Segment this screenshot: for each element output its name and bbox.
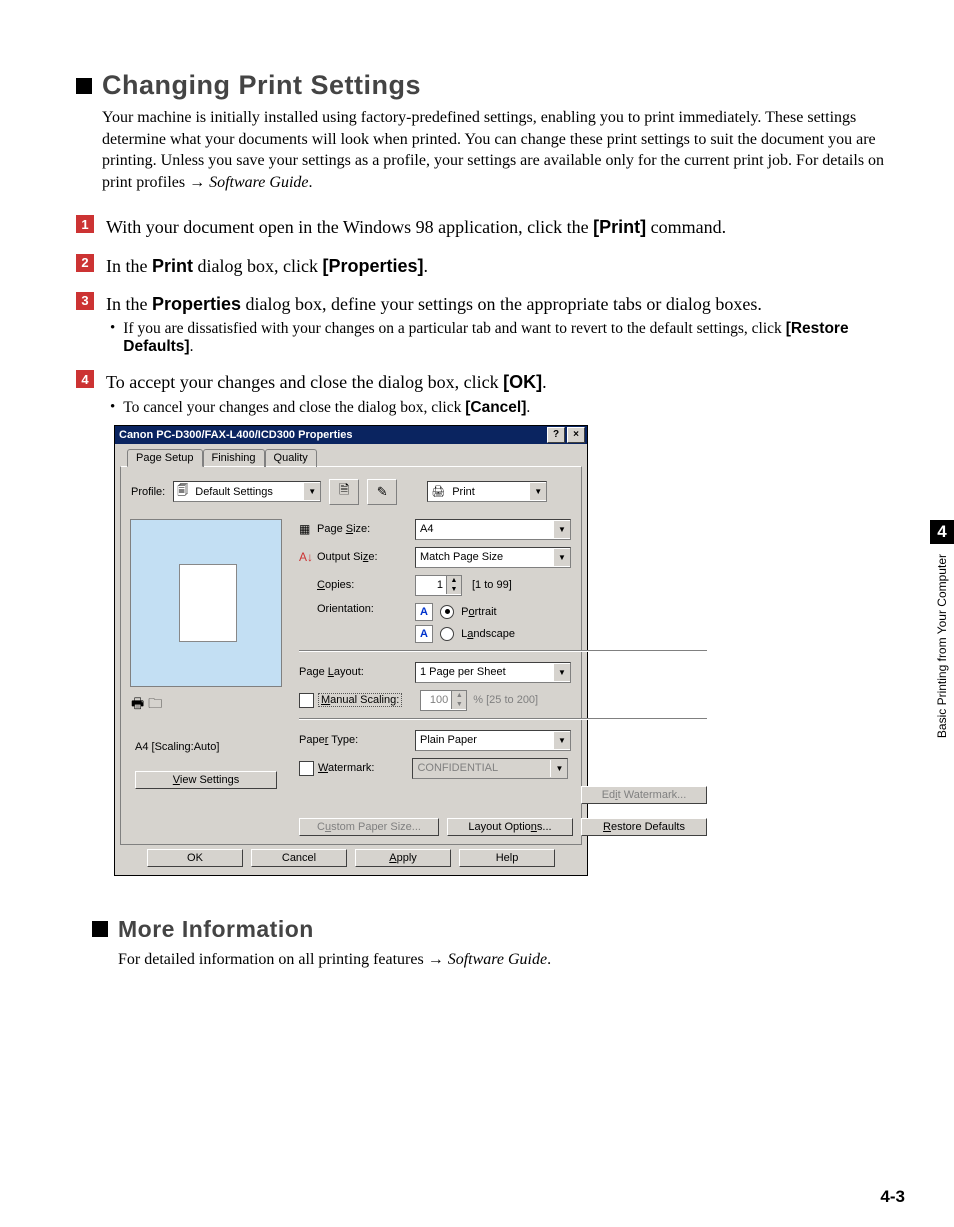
profile-icon: 🗐 <box>174 482 191 501</box>
ok-button[interactable]: OK <box>147 849 243 867</box>
chevron-down-icon: ▼ <box>550 760 567 777</box>
intro-ref: Software Guide <box>209 174 308 191</box>
portrait-label: Portrait <box>461 606 496 618</box>
custom-paper-button: Custom Paper Size... <box>299 818 439 836</box>
section-bullet <box>76 78 92 94</box>
chevron-down-icon[interactable]: ▼ <box>529 483 546 500</box>
cancel-button[interactable]: Cancel <box>251 849 347 867</box>
copies-range: [1 to 99] <box>472 579 512 591</box>
step-number-3: 3 <box>76 292 94 310</box>
tab-page-setup[interactable]: Page Setup <box>127 449 203 467</box>
copies-label: Copies: <box>317 579 415 591</box>
chevron-down-icon[interactable]: ▼ <box>553 732 570 749</box>
intro-paragraph: Your machine is initially installed usin… <box>102 107 909 193</box>
chevron-down-icon[interactable]: ▼ <box>553 664 570 681</box>
spin-up-icon[interactable]: ▲ <box>447 576 461 585</box>
intro-period: . <box>309 174 313 191</box>
properties-dialog: Canon PC-D300/FAX-L400/ICD300 Properties… <box>114 425 588 876</box>
step-number-2: 2 <box>76 254 94 272</box>
profile-select[interactable]: 🗐 Default Settings ▼ <box>173 481 321 502</box>
paper-type-label: Paper Type: <box>299 734 415 746</box>
spin-down-icon[interactable]: ▼ <box>447 585 461 594</box>
manual-scaling-label: Manual Scaling: <box>318 693 402 707</box>
heading-more-information: More Information <box>118 916 314 943</box>
bullet-icon: • <box>110 399 115 417</box>
output-size-icon: A↓ <box>299 550 317 564</box>
orientation-label: Orientation: <box>317 603 415 615</box>
profile-label: Profile: <box>131 486 165 498</box>
watermark-label: Watermark: <box>318 762 374 774</box>
heading-changing-print-settings: Changing Print Settings <box>102 70 421 101</box>
page-size-label: Page Size: <box>317 523 415 535</box>
step-number-1: 1 <box>76 215 94 233</box>
help-button[interactable]: Help <box>459 849 555 867</box>
page-size-select[interactable]: A4 ▼ <box>415 519 571 540</box>
page-size-icon: ▦ <box>299 522 317 536</box>
help-button-icon[interactable]: ? <box>547 427 565 443</box>
printer-tray-icon: 🖶 🗀 <box>131 693 162 717</box>
spin-up-icon: ▲ <box>452 691 466 700</box>
more-info-text: For detailed information on all printing… <box>118 949 909 971</box>
output-size-label: Output Size: <box>317 551 415 563</box>
tab-finishing[interactable]: Finishing <box>203 449 265 467</box>
dialog-title: Canon PC-D300/FAX-L400/ICD300 Properties <box>119 429 353 441</box>
scaling-range: % [25 to 200] <box>473 694 538 706</box>
step-4-text: To accept your changes and close the dia… <box>106 370 909 394</box>
step-number-4: 4 <box>76 370 94 388</box>
profile-value: Default Settings <box>191 486 303 498</box>
close-icon[interactable]: × <box>567 427 585 443</box>
step-2-text: In the Print dialog box, click [Properti… <box>106 254 909 278</box>
apply-button[interactable]: Apply <box>355 849 451 867</box>
watermark-select: CONFIDENTIAL ▼ <box>412 758 568 779</box>
bullet-icon: • <box>110 320 115 356</box>
manual-scaling-checkbox[interactable] <box>299 693 314 708</box>
page-layout-label: Page Layout: <box>299 666 415 678</box>
page-layout-select[interactable]: 1 Page per Sheet ▼ <box>415 662 571 683</box>
portrait-radio[interactable] <box>440 605 454 619</box>
output-size-select[interactable]: Match Page Size ▼ <box>415 547 571 568</box>
portrait-icon: A <box>415 603 433 621</box>
landscape-radio[interactable] <box>440 627 454 641</box>
edit-watermark-button: Edit Watermark... <box>581 786 707 804</box>
preview-caption: A4 [Scaling:Auto] <box>135 741 219 753</box>
chevron-down-icon[interactable]: ▼ <box>303 483 320 500</box>
chapter-tab: 4 Basic Printing from Your Computer <box>930 520 954 738</box>
view-settings-button[interactable]: View Settings <box>135 771 277 789</box>
step-1-text: With your document open in the Windows 9… <box>106 215 909 239</box>
scaling-stepper: 100 ▲▼ <box>420 690 467 711</box>
output-method-select[interactable]: 🖨 Print ▼ <box>427 481 547 502</box>
page-preview <box>130 519 282 687</box>
printer-icon: 🖨 <box>428 485 448 498</box>
chevron-down-icon[interactable]: ▼ <box>553 549 570 566</box>
chapter-label: Basic Printing from Your Computer <box>935 554 949 738</box>
step-3-text: In the Properties dialog box, define you… <box>106 292 909 316</box>
spin-down-icon: ▼ <box>452 700 466 709</box>
watermark-checkbox[interactable] <box>299 761 314 776</box>
landscape-icon: A <box>415 625 433 643</box>
copies-stepper[interactable]: 1 ▲▼ <box>415 575 462 596</box>
output-method-value: Print <box>448 486 529 498</box>
paper-type-select[interactable]: Plain Paper ▼ <box>415 730 571 751</box>
chevron-down-icon[interactable]: ▼ <box>553 521 570 538</box>
step-4-sub: • To cancel your changes and close the d… <box>110 399 909 417</box>
step-3-sub: • If you are dissatisfied with your chan… <box>110 320 909 356</box>
page-number: 4-3 <box>880 1187 905 1207</box>
layout-options-button[interactable]: Layout Options... <box>447 818 573 836</box>
section-bullet <box>92 921 108 937</box>
edit-profile-button[interactable]: ✎ <box>367 479 397 505</box>
add-profile-button[interactable]: 🗎 <box>329 479 359 505</box>
tab-quality[interactable]: Quality <box>265 449 317 467</box>
landscape-label: Landscape <box>461 628 515 640</box>
restore-defaults-button[interactable]: Restore Defaults <box>581 818 707 836</box>
chapter-number: 4 <box>930 520 954 544</box>
